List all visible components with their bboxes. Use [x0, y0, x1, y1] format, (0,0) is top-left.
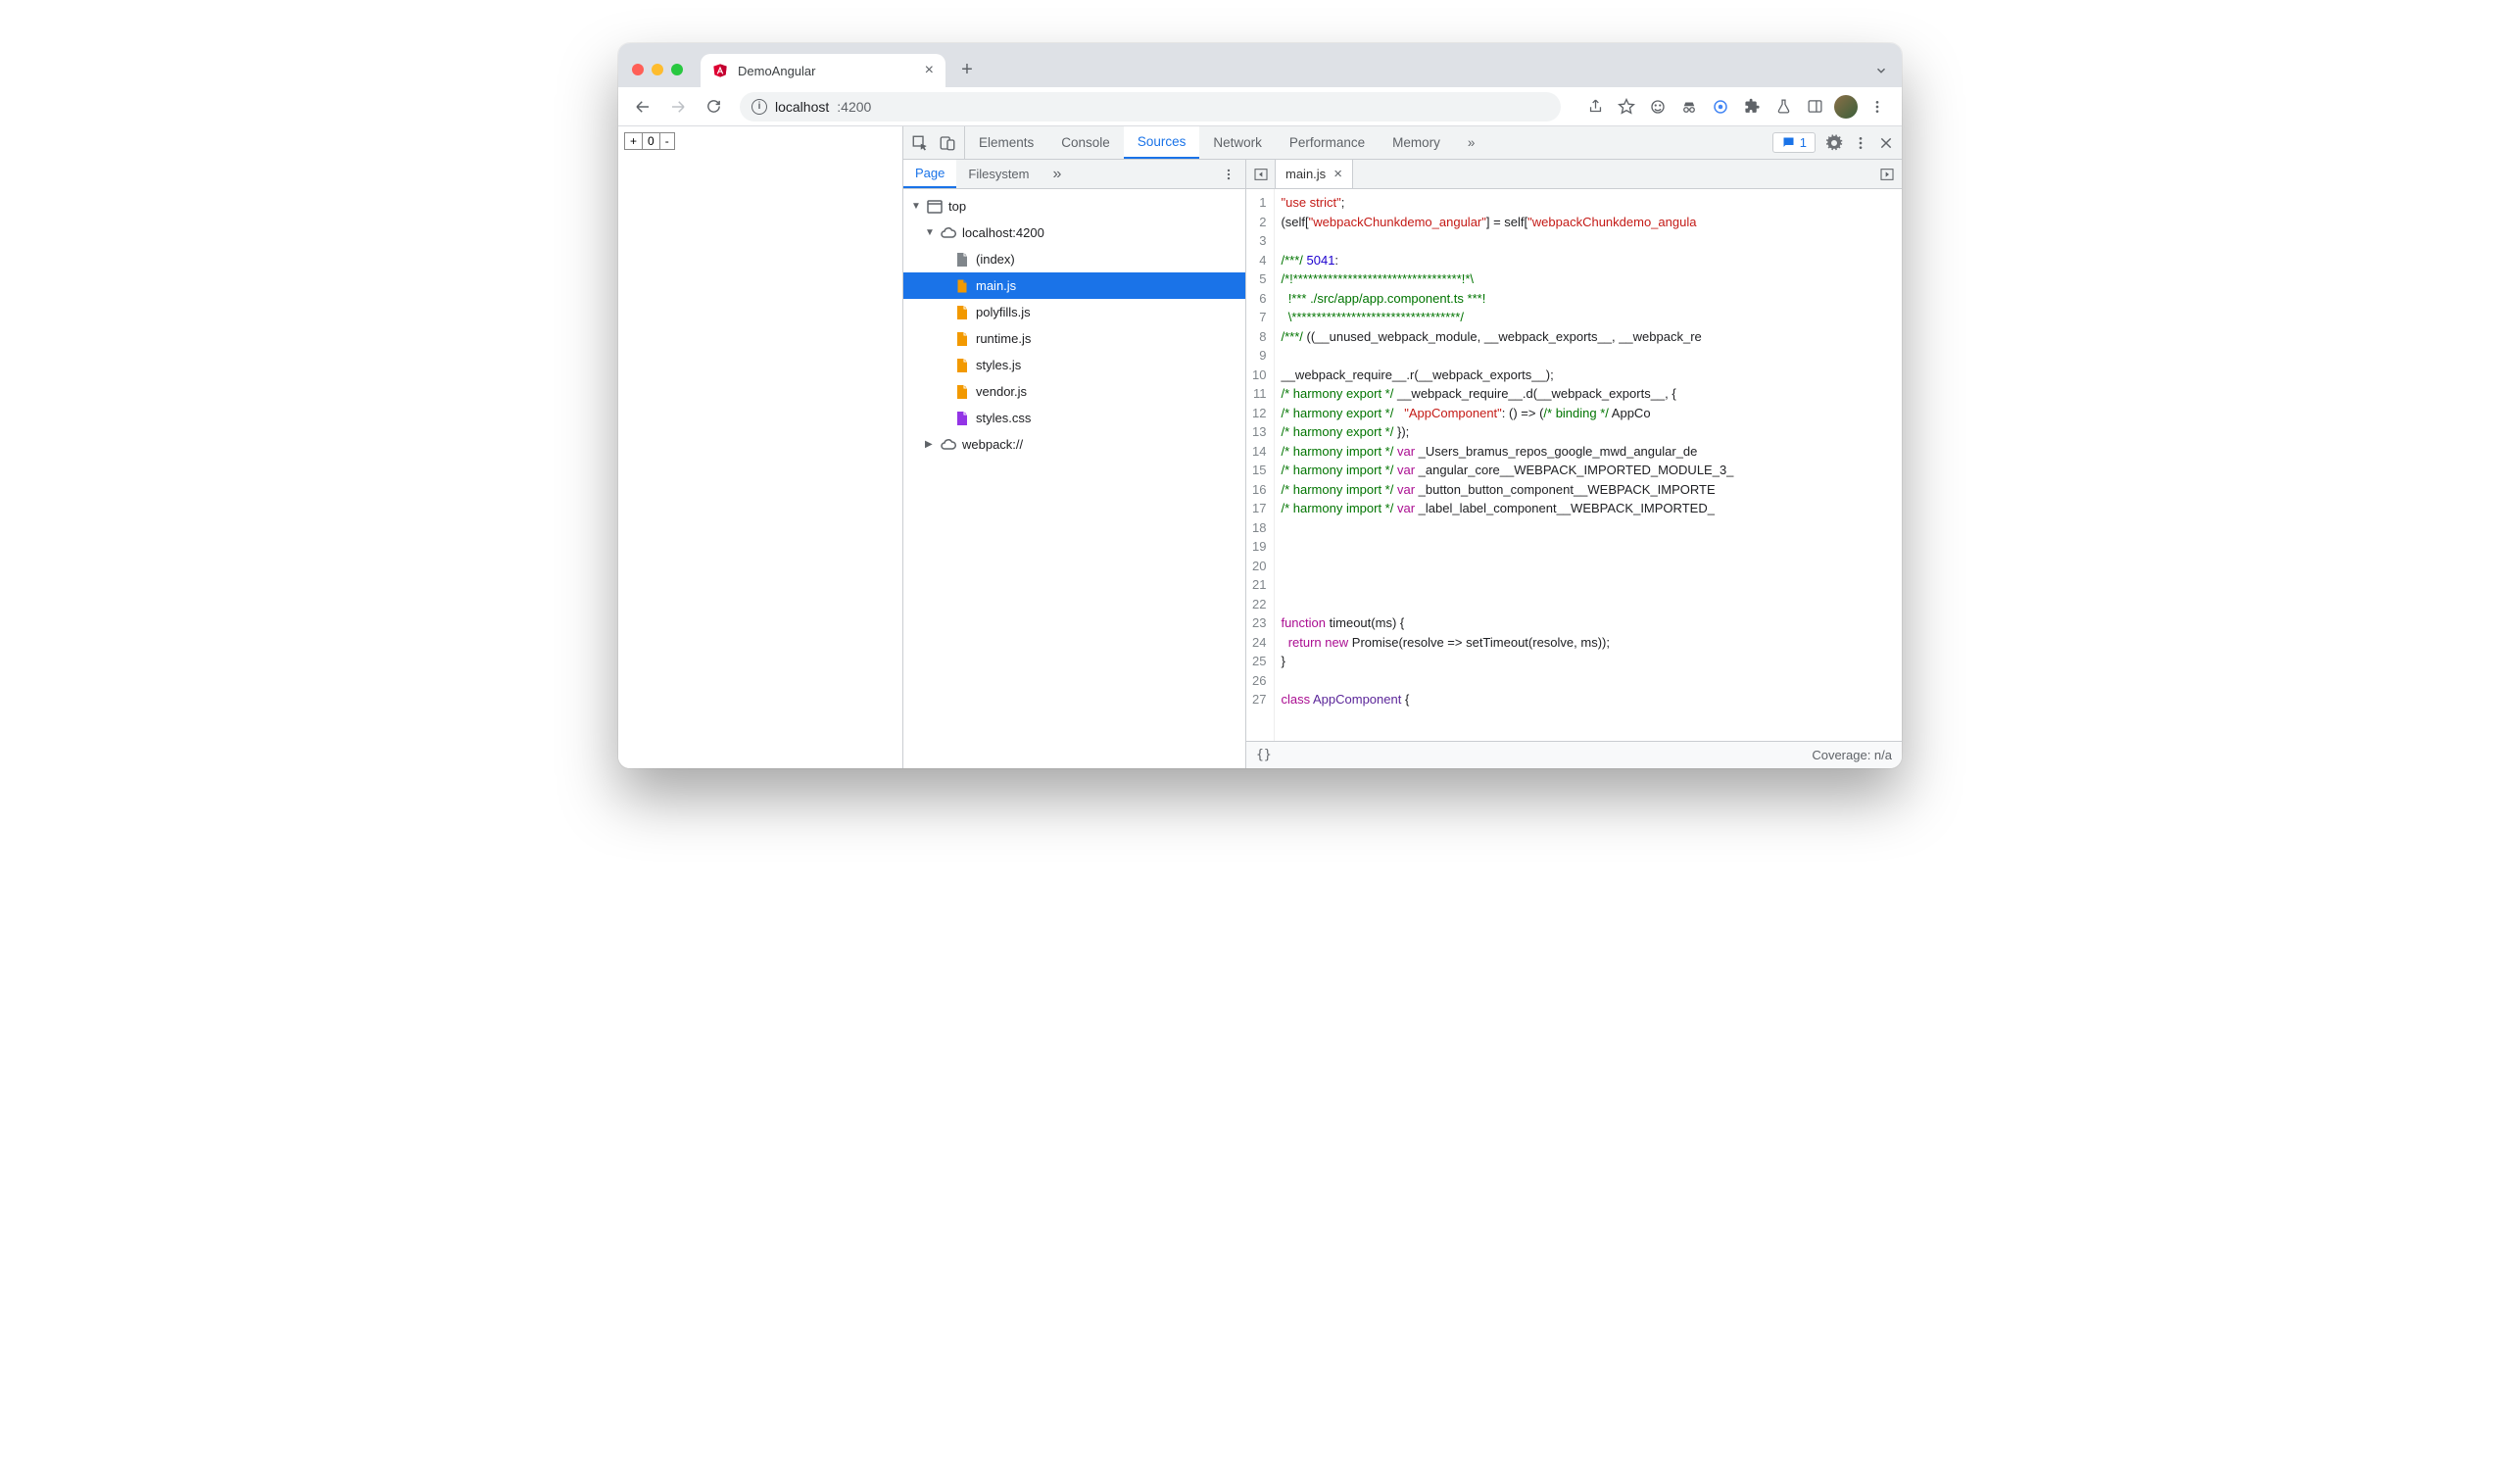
tree-file[interactable]: (index) — [903, 246, 1245, 272]
browser-window: DemoAngular × + i localhost:4200 — [618, 43, 1902, 768]
browser-toolbar: i localhost :4200 — [618, 87, 1902, 126]
editor-tab-label: main.js — [1285, 167, 1326, 181]
navigator-panel: PageFilesystem » ▼ top ▼ loc — [903, 160, 1246, 768]
navigator-subtabs: PageFilesystem » — [903, 160, 1245, 189]
editor-footer: {} Coverage: n/a — [1246, 741, 1902, 768]
tree-top-frame[interactable]: ▼ top — [903, 193, 1245, 220]
counter-minus-button[interactable]: - — [660, 133, 674, 149]
devtools-tabbar: ElementsConsoleSourcesNetworkPerformance… — [903, 126, 1902, 160]
main-area: + 0 - ElementsConsoleSourcesNetworkPerfo… — [618, 126, 1902, 768]
code-content[interactable]: "use strict";(self["webpackChunkdemo_ang… — [1275, 189, 1733, 741]
share-icon[interactable] — [1580, 92, 1610, 122]
angular-favicon — [712, 63, 728, 78]
sidepanel-icon[interactable] — [1800, 92, 1829, 122]
extensions-puzzle-icon[interactable] — [1737, 92, 1767, 122]
navigator-subtab-page[interactable]: Page — [903, 160, 956, 188]
navigator-menu-icon[interactable] — [1212, 160, 1245, 188]
labs-flask-icon[interactable] — [1769, 92, 1798, 122]
chevron-down-icon: ▼ — [925, 227, 935, 238]
tab-strip: DemoAngular × + — [618, 43, 1902, 87]
profile-avatar[interactable] — [1831, 92, 1861, 122]
counter-plus-button[interactable]: + — [625, 133, 643, 149]
devtools-tab-sources[interactable]: Sources — [1124, 126, 1200, 159]
incognito-icon[interactable] — [1674, 92, 1704, 122]
tree-label: localhost:4200 — [962, 225, 1044, 240]
counter-value: 0 — [643, 133, 660, 149]
reload-button[interactable] — [699, 92, 728, 122]
devtools-tab-performance[interactable]: Performance — [1276, 126, 1379, 159]
tree-file[interactable]: styles.css — [903, 405, 1245, 431]
new-tab-button[interactable]: + — [953, 56, 981, 83]
sources-panel: PageFilesystem » ▼ top ▼ loc — [903, 160, 1902, 768]
chevron-down-icon: ▼ — [911, 201, 921, 212]
settings-gear-icon[interactable] — [1825, 134, 1843, 152]
inspect-element-icon[interactable] — [911, 134, 929, 152]
tree-origin[interactable]: ▼ localhost:4200 — [903, 220, 1245, 246]
tree-label: polyfills.js — [976, 305, 1031, 319]
back-button[interactable] — [628, 92, 657, 122]
tree-label: top — [948, 199, 966, 214]
editor-tabbar: main.js × — [1246, 160, 1902, 189]
tab-title: DemoAngular — [738, 64, 816, 78]
devtools-tab-console[interactable]: Console — [1047, 126, 1124, 159]
address-bar[interactable]: i localhost :4200 — [740, 92, 1561, 122]
device-toolbar-icon[interactable] — [939, 134, 956, 152]
tree-label: runtime.js — [976, 331, 1031, 346]
devtools-tab-elements[interactable]: Elements — [965, 126, 1047, 159]
devtools-tab-memory[interactable]: Memory — [1379, 126, 1454, 159]
tab-close-icon[interactable]: × — [925, 62, 934, 79]
tree-file[interactable]: runtime.js — [903, 325, 1245, 352]
maximize-window-button[interactable] — [671, 64, 683, 75]
chevron-right-icon: ▶ — [925, 439, 935, 450]
tree-file[interactable]: main.js — [903, 272, 1245, 299]
tree-label: (index) — [976, 252, 1015, 267]
devtools-tab-network[interactable]: Network — [1199, 126, 1276, 159]
chrome-menu-icon[interactable] — [1863, 92, 1892, 122]
code-editor[interactable]: 1234567891011121314151617181920212223242… — [1246, 189, 1902, 741]
window-controls — [632, 64, 683, 75]
editor-tab[interactable]: main.js × — [1276, 160, 1353, 188]
devtools-close-icon[interactable] — [1878, 135, 1894, 151]
page-viewport: + 0 - — [618, 126, 902, 768]
tree-label: vendor.js — [976, 384, 1027, 399]
navigator-subtab-filesystem[interactable]: Filesystem — [956, 160, 1041, 188]
pretty-print-button[interactable]: {} — [1256, 748, 1272, 762]
line-gutter: 1234567891011121314151617181920212223242… — [1246, 189, 1275, 741]
tree-file[interactable]: styles.js — [903, 352, 1245, 378]
extension-icon[interactable] — [1643, 92, 1672, 122]
toggle-debugger-icon[interactable] — [1872, 160, 1902, 188]
close-window-button[interactable] — [632, 64, 644, 75]
site-info-icon[interactable]: i — [751, 99, 767, 115]
counter-widget: + 0 - — [624, 132, 675, 150]
toolbar-actions — [1580, 92, 1892, 122]
devtools: ElementsConsoleSourcesNetworkPerformance… — [902, 126, 1902, 768]
tree-label: main.js — [976, 278, 1016, 293]
coverage-status: Coverage: n/a — [1812, 748, 1892, 762]
editor-panel: main.js × 123456789101112131415161718192… — [1246, 160, 1902, 768]
url-host: localhost — [775, 99, 829, 115]
devtools-menu-icon[interactable] — [1853, 135, 1868, 151]
navigator-more-icon[interactable]: » — [1045, 160, 1070, 188]
minimize-window-button[interactable] — [652, 64, 663, 75]
file-tree[interactable]: ▼ top ▼ localhost:4200 (index) main.js pol… — [903, 189, 1245, 768]
tree-label: webpack:// — [962, 437, 1023, 452]
issues-count: 1 — [1800, 135, 1807, 150]
tree-label: styles.js — [976, 358, 1021, 372]
toggle-navigator-icon[interactable] — [1246, 160, 1276, 188]
tree-label: styles.css — [976, 411, 1031, 425]
tree-file[interactable]: polyfills.js — [903, 299, 1245, 325]
browser-tab[interactable]: DemoAngular × — [701, 54, 945, 87]
issues-badge[interactable]: 1 — [1772, 132, 1816, 153]
editor-tab-close-icon[interactable]: × — [1333, 166, 1342, 182]
extension-icon-2[interactable] — [1706, 92, 1735, 122]
tab-dropdown-icon[interactable] — [1874, 64, 1888, 77]
tree-webpack[interactable]: ▶ webpack:// — [903, 431, 1245, 458]
tree-file[interactable]: vendor.js — [903, 378, 1245, 405]
bookmark-star-icon[interactable] — [1612, 92, 1641, 122]
url-port: :4200 — [837, 99, 871, 115]
devtools-more-tabs[interactable]: » — [1454, 126, 1489, 159]
forward-button[interactable] — [663, 92, 693, 122]
